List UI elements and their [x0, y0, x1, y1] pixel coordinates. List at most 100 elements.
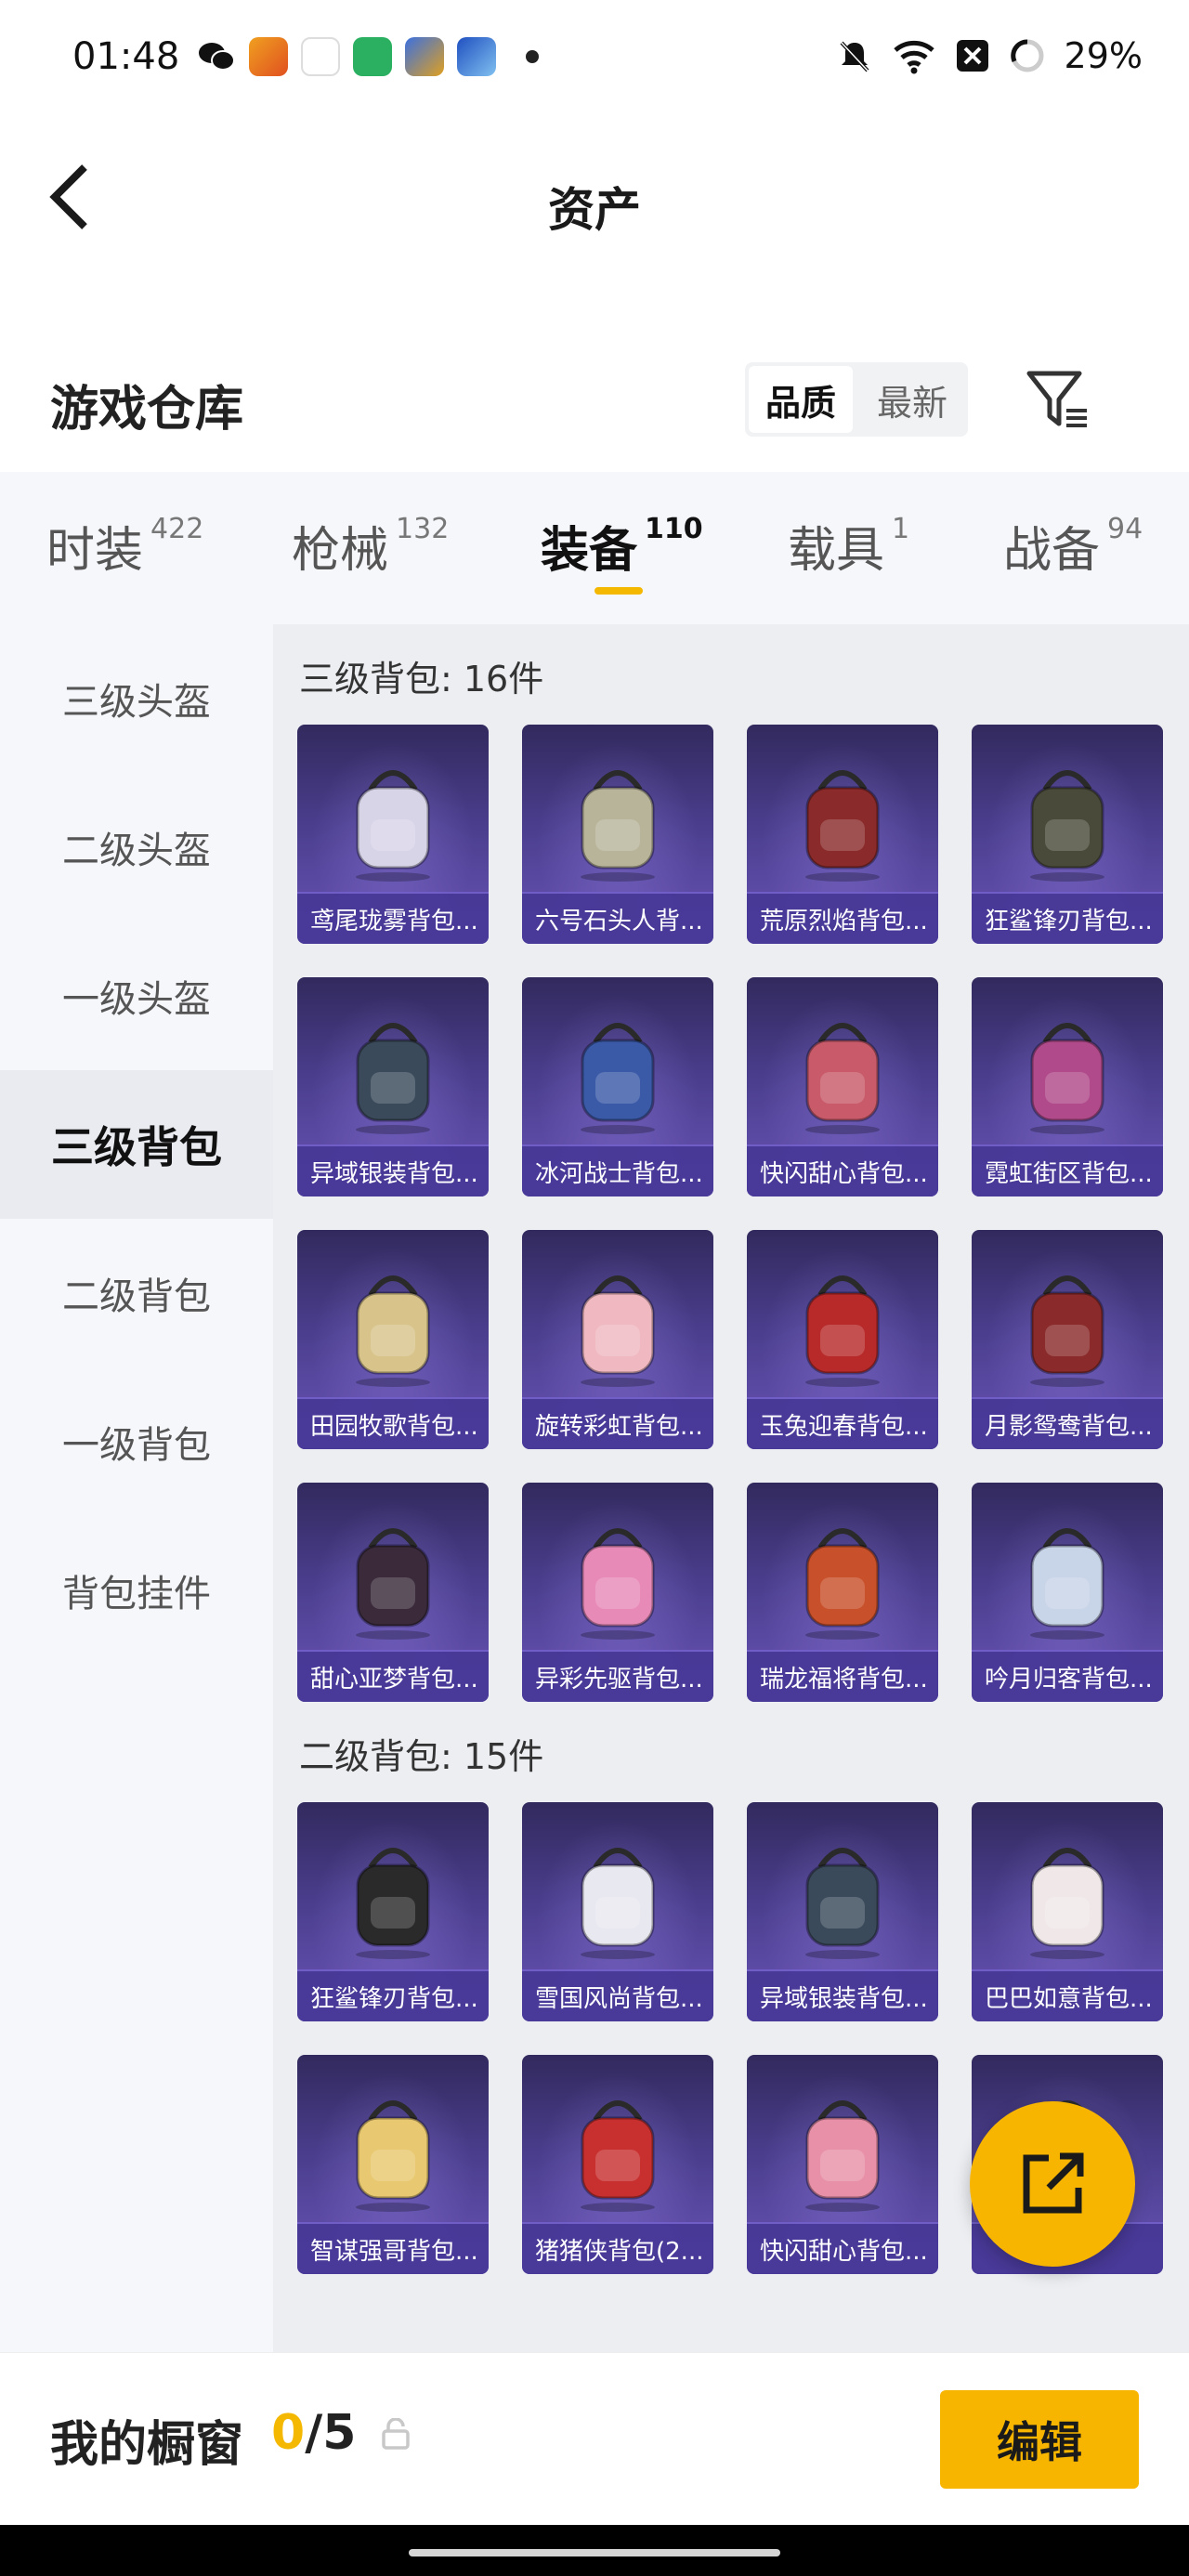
filter-icon: [1026, 371, 1087, 427]
sort-quality-option[interactable]: 品质: [749, 366, 853, 433]
tab-label: 战备: [1003, 523, 1101, 579]
item-card[interactable]: 狂鲨锋刃背包...: [297, 1802, 489, 2021]
item-card[interactable]: 月影鸳鸯背包...: [972, 1230, 1163, 1449]
item-card[interactable]: 快闪甜心背包...: [747, 977, 938, 1196]
backpack-icon: [805, 1528, 880, 1640]
more-notifications-icon: [526, 50, 539, 63]
active-tab-indicator: [594, 587, 643, 595]
item-name: 鸢尾珑雾背包...: [297, 892, 489, 944]
home-indicator[interactable]: [409, 2549, 780, 2556]
lock-icon: [382, 2418, 410, 2450]
tab-label: 枪械: [292, 523, 389, 579]
backpack-icon: [805, 770, 880, 882]
tab-count: 1: [892, 513, 910, 545]
item-card[interactable]: 智谋强哥背包...: [297, 2055, 489, 2274]
item-grid: 三级背包: 16件 二级背包: 15件 鸢尾珑雾背包... 六号石头人背... 荒原…: [273, 624, 1189, 2352]
item-name: 月影鸳鸯背包...: [972, 1397, 1163, 1449]
item-card[interactable]: 鸢尾珑雾背包...: [297, 725, 489, 944]
sidebar-item-level2-backpack[interactable]: 二级背包: [0, 1219, 273, 1367]
system-status: 29%: [836, 35, 1143, 76]
item-card[interactable]: 霓虹街区背包...: [972, 977, 1163, 1196]
backpack-icon: [1030, 770, 1104, 882]
item-name: 田园牧歌背包...: [297, 1397, 489, 1449]
item-name: 吟月归客背包...: [972, 1650, 1163, 1702]
item-card[interactable]: 猪猪侠背包(2...: [522, 2055, 713, 2274]
backpack-icon: [805, 1275, 880, 1387]
status-time: 01:48: [72, 35, 180, 78]
sort-toggle: 品质 最新: [745, 362, 968, 437]
tab-label: 装备: [541, 523, 638, 579]
tab-fashion[interactable]: 时装 422: [46, 511, 203, 581]
item-name: 冰河战士背包...: [522, 1144, 713, 1196]
sidebar-item-level1-helmet[interactable]: 一级头盔: [0, 922, 273, 1070]
sidebar-item-backpack-charm[interactable]: 背包挂件: [0, 1516, 273, 1665]
item-card[interactable]: 甜心亚梦背包...: [297, 1483, 489, 1702]
backpack-icon: [805, 2100, 880, 2212]
sidebar-item-level3-backpack[interactable]: 三级背包: [0, 1070, 273, 1219]
tab-count: 132: [396, 513, 450, 545]
showcase-count: 0/5: [271, 2405, 356, 2461]
backpack-icon: [581, 1528, 655, 1640]
sort-latest-option[interactable]: 最新: [856, 362, 968, 437]
item-name: 快闪甜心背包...: [747, 1144, 938, 1196]
item-card[interactable]: 田园牧歌背包...: [297, 1230, 489, 1449]
item-name: 甜心亚梦背包...: [297, 1650, 489, 1702]
showcase-current: 0: [271, 2405, 306, 2461]
sidebar-item-level2-helmet[interactable]: 二级头盔: [0, 773, 273, 922]
tab-firearms[interactable]: 枪械 132: [292, 511, 449, 581]
item-card[interactable]: 吟月归客背包...: [972, 1483, 1163, 1702]
item-name: 巴巴如意背包...: [972, 1969, 1163, 2021]
sidebar-item-level3-helmet[interactable]: 三级头盔: [0, 624, 273, 773]
item-card[interactable]: 荒原烈焰背包...: [747, 725, 938, 944]
warehouse-title: 游戏仓库: [50, 382, 244, 438]
section-title: 三级背包: 16件: [299, 659, 544, 700]
item-card[interactable]: 异域银装背包...: [747, 1802, 938, 2021]
status-bar: 01:48 29%: [0, 0, 1189, 111]
item-name: 霓虹街区背包...: [972, 1144, 1163, 1196]
backpack-icon: [581, 2100, 655, 2212]
item-card[interactable]: 异彩先驱背包...: [522, 1483, 713, 1702]
item-card[interactable]: 六号石头人背...: [522, 725, 713, 944]
item-card[interactable]: 冰河战士背包...: [522, 977, 713, 1196]
backpack-icon: [805, 1848, 880, 1959]
tab-equipment[interactable]: 装备 110: [541, 511, 703, 581]
category-tabs: 时装 422 枪械 132 装备 110 载具 1 战备 94: [0, 472, 1189, 624]
item-name: 狂鲨锋刃背包...: [972, 892, 1163, 944]
game-app-icon: [405, 37, 444, 76]
tab-label: 载具: [788, 523, 885, 579]
tab-count: 94: [1107, 513, 1143, 545]
tab-supplies[interactable]: 战备 94: [1003, 511, 1143, 581]
filter-button[interactable]: [1022, 364, 1092, 435]
item-card[interactable]: 雪国风尚背包...: [522, 1802, 713, 2021]
tab-vehicles[interactable]: 载具 1: [788, 511, 909, 581]
share-button[interactable]: [970, 2101, 1135, 2267]
game-app-icon: [457, 37, 496, 76]
item-card[interactable]: 玉兔迎春背包...: [747, 1230, 938, 1449]
item-card[interactable]: 旋转彩虹背包...: [522, 1230, 713, 1449]
item-name: 异域银装背包...: [297, 1144, 489, 1196]
battery-icon: [1010, 39, 1044, 72]
showcase-separator: /: [305, 2405, 323, 2461]
backpack-icon: [581, 1275, 655, 1387]
notification-icons: [197, 37, 539, 76]
item-name: 六号石头人背...: [522, 892, 713, 944]
item-card[interactable]: 瑞龙福将背包...: [747, 1483, 938, 1702]
backpack-icon: [356, 2100, 430, 2212]
wifi-icon: [893, 40, 934, 74]
item-card[interactable]: 巴巴如意背包...: [972, 1802, 1163, 2021]
sidebar: 三级头盔 二级头盔 一级头盔 三级背包 二级背包 一级背包 背包挂件: [0, 624, 273, 2352]
battery-percent: 29%: [1064, 35, 1143, 76]
edit-button[interactable]: 编辑: [940, 2390, 1139, 2489]
backpack-icon: [581, 1848, 655, 1959]
backpack-icon: [1030, 1275, 1104, 1387]
item-name: 异域银装背包...: [747, 1969, 938, 2021]
item-card[interactable]: 快闪甜心背包...: [747, 2055, 938, 2274]
sidebar-item-level1-backpack[interactable]: 一级背包: [0, 1367, 273, 1516]
item-card[interactable]: 异域银装背包...: [297, 977, 489, 1196]
section-title: 二级背包: 15件: [299, 1736, 544, 1777]
game-app-icon: [249, 37, 288, 76]
backpack-icon: [1030, 1848, 1104, 1959]
item-card[interactable]: 狂鲨锋刃背包...: [972, 725, 1163, 944]
item-name: 荒原烈焰背包...: [747, 892, 938, 944]
backpack-icon: [356, 1023, 430, 1134]
